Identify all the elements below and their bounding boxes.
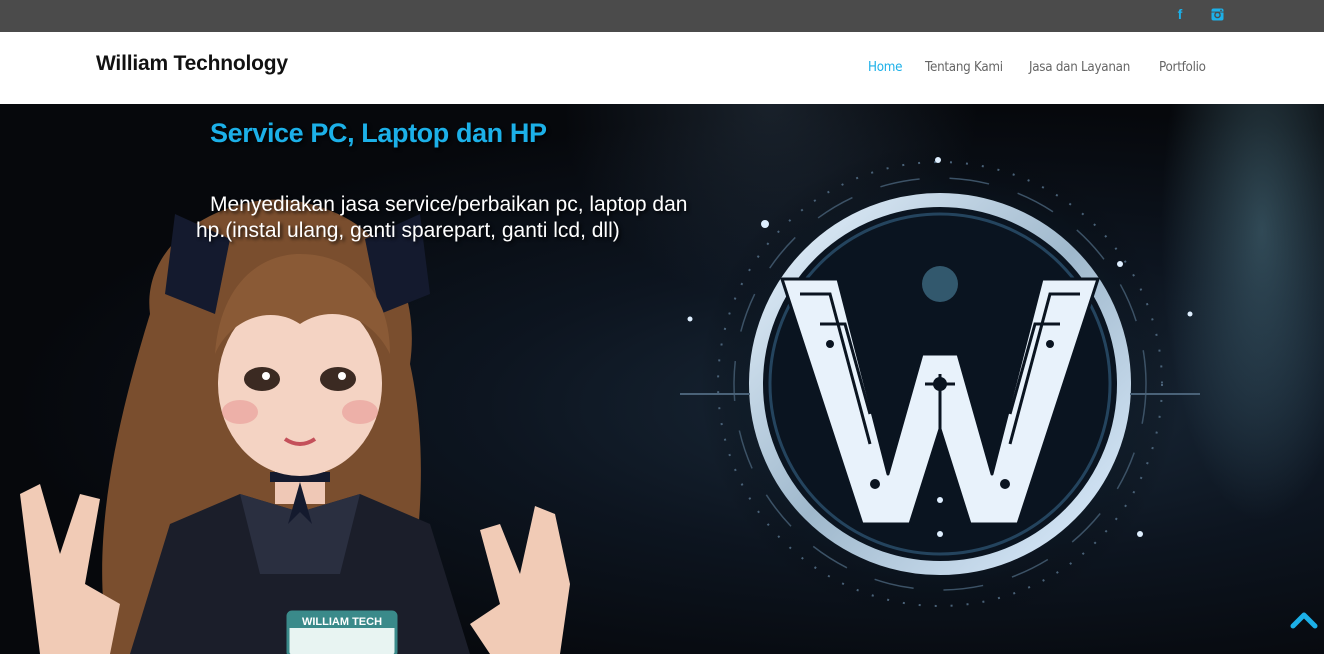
- nav-item-tentang-kami[interactable]: Tentang Kami: [925, 60, 1003, 75]
- instagram-icon[interactable]: [1209, 6, 1225, 22]
- facebook-icon[interactable]: f: [1172, 6, 1188, 22]
- nav-item-home[interactable]: Home: [868, 60, 903, 75]
- mascot-girl-image: WILLIAM TECH: [20, 199, 570, 654]
- main-navbar: William Technology Home Tentang Kami Jas…: [0, 32, 1324, 104]
- badge-text: WILLIAM TECH: [302, 616, 382, 628]
- main-nav: Home Tentang Kami Jasa dan Layanan Portf…: [868, 60, 1210, 75]
- instagram-glyph: [1211, 8, 1223, 20]
- hero-title: Service PC, Laptop dan HP: [210, 118, 547, 148]
- w-logo-image: [680, 144, 1200, 614]
- hero-description-line2: hp.(instal ulang, ganti sparepart, ganti…: [196, 219, 620, 242]
- hero-description: Menyediakan jasa service/perbaikan pc, l…: [196, 192, 750, 244]
- facebook-glyph: f: [1177, 6, 1183, 22]
- hero-banner: WILLIAM TECH Service PC, Laptop dan HP M…: [0, 104, 1324, 654]
- nav-item-portfolio[interactable]: Portfolio: [1159, 60, 1206, 75]
- scroll-to-top-button[interactable]: [1290, 610, 1318, 630]
- top-bar: f: [0, 0, 1324, 32]
- brand-logo[interactable]: William Technology: [96, 52, 288, 76]
- hero-description-line1: Menyediakan jasa service/perbaikan pc, l…: [210, 193, 688, 216]
- nav-item-jasa-dan-layanan[interactable]: Jasa dan Layanan: [1029, 60, 1130, 75]
- chevron-up-icon: [1290, 612, 1318, 629]
